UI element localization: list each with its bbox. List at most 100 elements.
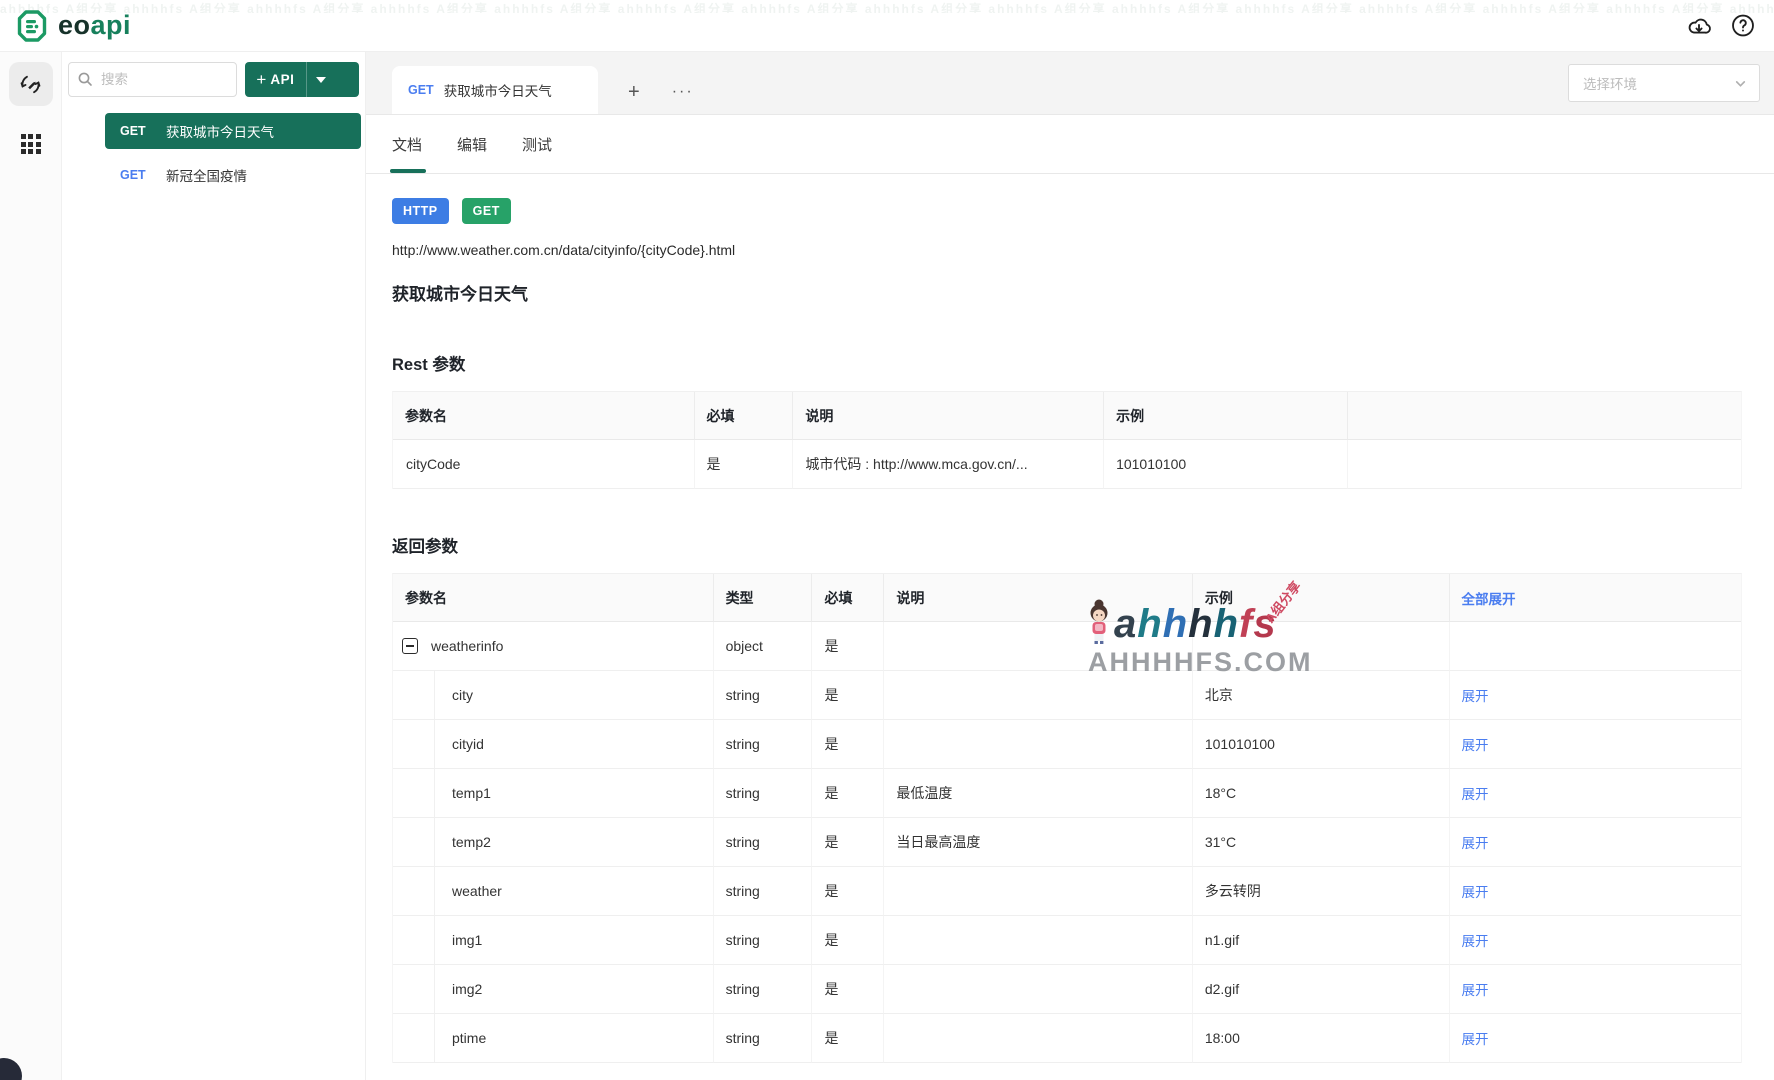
table-row: img1string是n1.gif展开 bbox=[393, 916, 1741, 965]
column-header: 参数名 bbox=[393, 574, 714, 622]
param-name-cell: temp2 bbox=[393, 818, 714, 867]
api-list: GET获取城市今日天气GET新冠全国疫情 bbox=[62, 113, 365, 193]
table-row: img2string是d2.gif展开 bbox=[393, 965, 1741, 1014]
expand-link[interactable]: 展开 bbox=[1462, 836, 1489, 851]
collapse-icon[interactable] bbox=[402, 638, 418, 654]
chevron-down-icon bbox=[1734, 77, 1747, 90]
description-cell: 城市代码 : http://www.mca.gov.cn/... bbox=[793, 440, 1104, 489]
caret-down-icon[interactable] bbox=[307, 77, 335, 83]
tree-indent bbox=[393, 769, 435, 817]
description-cell bbox=[884, 720, 1192, 769]
actions-cell: 展开 bbox=[1450, 671, 1742, 720]
main-panel: GET 获取城市今日天气 + ··· 选择环境 文档编辑测试 HTTP GET … bbox=[366, 52, 1774, 1080]
app-header: eoapi bbox=[0, 0, 1774, 52]
column-header: 示例 bbox=[1193, 574, 1450, 622]
expand-link[interactable]: 展开 bbox=[1462, 787, 1489, 802]
expand-link[interactable]: 展开 bbox=[1462, 983, 1489, 998]
param-name: cityid bbox=[452, 736, 484, 752]
table-row: cityidstring是101010100展开 bbox=[393, 720, 1741, 769]
expand-link[interactable]: 展开 bbox=[1462, 738, 1489, 753]
add-api-button[interactable]: + API bbox=[245, 62, 359, 97]
method-label: GET bbox=[120, 124, 166, 138]
search-box bbox=[68, 62, 237, 97]
type-cell: string bbox=[714, 720, 813, 769]
required-cell: 是 bbox=[812, 720, 884, 769]
add-tab-button[interactable]: + bbox=[628, 82, 640, 102]
required-cell: 是 bbox=[812, 671, 884, 720]
param-name: cityCode bbox=[406, 456, 460, 472]
table-row: weatherstring是多云转阴展开 bbox=[393, 867, 1741, 916]
sidebar-api-item[interactable]: GET获取城市今日天气 bbox=[105, 113, 361, 149]
tree-indent bbox=[393, 1014, 435, 1062]
type-cell: string bbox=[714, 769, 813, 818]
example-cell: 18:00 bbox=[1193, 1014, 1450, 1063]
actions-cell: 展开 bbox=[1450, 769, 1742, 818]
api-management-icon[interactable] bbox=[9, 62, 53, 106]
tab-strip: GET 获取城市今日天气 + ··· 选择环境 bbox=[366, 52, 1774, 115]
example-cell: 18°C bbox=[1193, 769, 1450, 818]
table-header-row: 参数名必填说明示例 bbox=[393, 392, 1741, 440]
required-cell: 是 bbox=[812, 965, 884, 1014]
eoapi-wordmark: eoapi bbox=[58, 10, 131, 41]
expand-link[interactable]: 展开 bbox=[1462, 1032, 1489, 1047]
table-row: cityCode是城市代码 : http://www.mca.gov.cn/..… bbox=[393, 440, 1741, 489]
expand-link[interactable]: 展开 bbox=[1462, 934, 1489, 949]
param-name-cell: cityCode bbox=[393, 440, 695, 489]
actions-cell: 展开 bbox=[1450, 1014, 1742, 1063]
api-name: 新冠全国疫情 bbox=[166, 165, 247, 185]
expand-all-link[interactable]: 全部展开 bbox=[1462, 592, 1516, 607]
help-icon[interactable] bbox=[1730, 13, 1756, 39]
method-badge: GET bbox=[462, 198, 511, 224]
table-row: weatherinfoobject是 bbox=[393, 622, 1741, 671]
description-cell bbox=[884, 1014, 1192, 1063]
nav-rail bbox=[0, 52, 62, 1080]
param-name: img2 bbox=[452, 981, 482, 997]
return-params-table: 参数名类型必填说明示例全部展开weatherinfoobject是citystr… bbox=[392, 573, 1742, 1063]
search-input[interactable] bbox=[68, 62, 237, 97]
return-params-heading: 返回参数 bbox=[392, 533, 1774, 557]
type-cell: string bbox=[714, 916, 813, 965]
doc-tab-测试[interactable]: 测试 bbox=[522, 115, 552, 173]
type-cell: object bbox=[714, 622, 813, 671]
param-name-cell: ptime bbox=[393, 1014, 714, 1063]
tab-method-label: GET bbox=[408, 83, 434, 97]
tree-indent bbox=[393, 965, 435, 1013]
param-name: img1 bbox=[452, 932, 482, 948]
doc-tab-编辑[interactable]: 编辑 bbox=[457, 115, 487, 173]
more-tabs-button[interactable]: ··· bbox=[672, 84, 694, 100]
expand-link[interactable]: 展开 bbox=[1462, 689, 1489, 704]
required-cell: 是 bbox=[812, 769, 884, 818]
required-cell: 是 bbox=[812, 1014, 884, 1063]
table-header-row: 参数名类型必填说明示例全部展开 bbox=[393, 574, 1741, 622]
doc-tab-bar: 文档编辑测试 bbox=[366, 115, 1774, 174]
param-name: weather bbox=[452, 883, 502, 899]
param-name: temp1 bbox=[452, 785, 491, 801]
description-cell: 当日最高温度 bbox=[884, 818, 1192, 867]
expand-link[interactable]: 展开 bbox=[1462, 885, 1489, 900]
param-name: ptime bbox=[452, 1030, 486, 1046]
type-cell: string bbox=[714, 867, 813, 916]
cloud-download-icon[interactable] bbox=[1686, 13, 1712, 39]
param-name-cell: img1 bbox=[393, 916, 714, 965]
param-name-cell: temp1 bbox=[393, 769, 714, 818]
apps-grid-icon[interactable] bbox=[9, 122, 53, 166]
param-name-cell: img2 bbox=[393, 965, 714, 1014]
actions-cell: 展开 bbox=[1450, 720, 1742, 769]
required-cell: 是 bbox=[812, 867, 884, 916]
method-label: GET bbox=[120, 168, 166, 182]
api-sidebar: + API GET获取城市今日天气GET新冠全国疫情 bbox=[62, 52, 366, 1080]
add-api-label: API bbox=[270, 72, 294, 87]
doc-tab-文档[interactable]: 文档 bbox=[392, 115, 422, 173]
actions-cell: 展开 bbox=[1450, 916, 1742, 965]
tree-indent bbox=[393, 818, 435, 866]
environment-select[interactable]: 选择环境 bbox=[1568, 64, 1760, 102]
rest-params-heading: Rest 参数 bbox=[392, 351, 1774, 375]
column-header: 示例 bbox=[1104, 392, 1348, 440]
actions-cell bbox=[1450, 622, 1742, 671]
api-title: 获取城市今日天气 bbox=[392, 280, 1774, 305]
sidebar-api-item[interactable]: GET新冠全国疫情 bbox=[105, 157, 361, 193]
example-cell bbox=[1193, 622, 1450, 671]
open-api-tab[interactable]: GET 获取城市今日天气 bbox=[392, 66, 598, 114]
tree-indent bbox=[393, 867, 435, 915]
type-cell: string bbox=[714, 965, 813, 1014]
